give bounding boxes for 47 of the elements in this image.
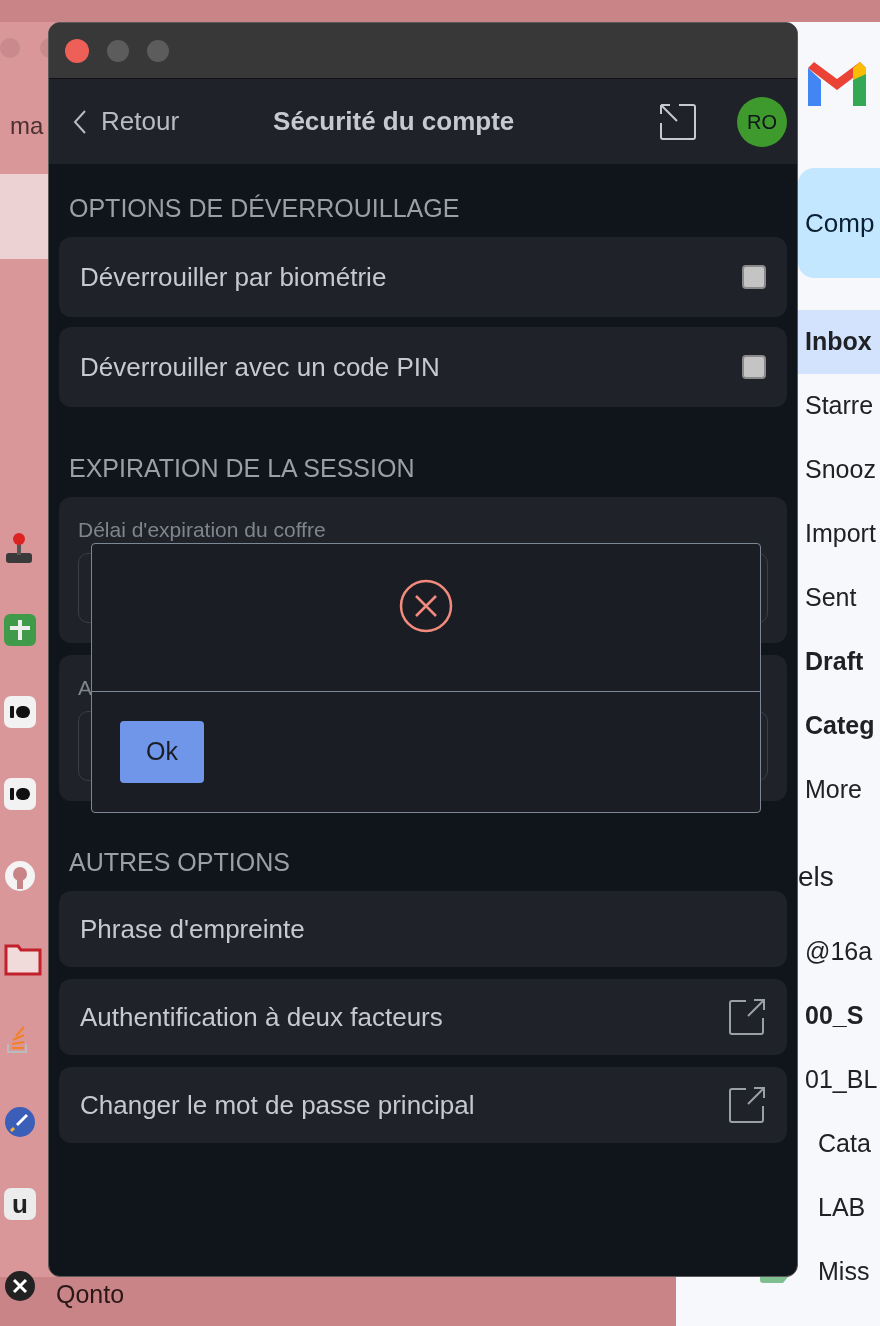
folder-item[interactable]: More [798, 758, 880, 822]
section-heading: els [798, 860, 834, 894]
app-label[interactable]: Qonto [56, 1281, 125, 1307]
spreadsheet-icon[interactable] [4, 614, 36, 646]
field-label: A [78, 675, 92, 701]
section-heading: OPTIONS DE DÉVERROUILLAGE [69, 194, 460, 222]
label-item[interactable]: Miss [818, 1253, 870, 1291]
compose-button[interactable]: Comp [798, 168, 880, 278]
label-item[interactable]: 00_S [798, 984, 880, 1048]
folder-item[interactable]: Draft [798, 630, 880, 694]
folder-item[interactable]: Categ [798, 694, 880, 758]
label-item[interactable]: 01_BL [798, 1048, 880, 1112]
app-icon[interactable] [4, 1270, 36, 1302]
folder-item[interactable]: Sent [798, 566, 880, 630]
back-button[interactable]: Retour [73, 102, 180, 141]
folder-item[interactable]: Snooz [798, 438, 880, 502]
option-row[interactable]: Authentification à deux facteurs [59, 979, 787, 1055]
section-heading: EXPIRATION DE LA SESSION [69, 454, 415, 482]
app-icon[interactable] [4, 696, 36, 728]
app-icon[interactable]: u [4, 1188, 36, 1220]
option-row[interactable]: Déverrouiller par biométrie [59, 237, 787, 317]
expand-icon[interactable] [659, 102, 697, 141]
folder-item[interactable]: Import [798, 502, 880, 566]
avatar[interactable]: RO [737, 96, 787, 147]
checkbox[interactable] [742, 265, 766, 289]
external-link-icon [728, 1086, 766, 1124]
tab-text: ma [10, 112, 44, 139]
page-title: Sécurité du compte [273, 105, 515, 138]
checkbox[interactable] [742, 355, 766, 379]
external-link-icon [728, 998, 766, 1036]
option-row[interactable]: Phrase d'empreinte [59, 891, 787, 967]
label-item[interactable]: @16a [798, 920, 880, 984]
folder-item[interactable]: Starre [798, 374, 880, 438]
mail-logo-icon [808, 62, 866, 106]
folder-item[interactable]: Inbox [798, 310, 880, 374]
joystick-icon[interactable] [4, 531, 34, 565]
app-icon[interactable] [4, 778, 36, 810]
ok-button[interactable]: Ok [120, 721, 204, 783]
field-label: Délai d'expiration du coffre [78, 517, 326, 543]
section-heading: AUTRES OPTIONS [69, 848, 290, 876]
chevron-left-icon [73, 108, 87, 135]
label-item[interactable]: LAB [818, 1189, 866, 1227]
option-row[interactable]: Changer le mot de passe principal [59, 1067, 787, 1143]
option-row[interactable]: Déverrouiller avec un code PIN [59, 327, 787, 407]
label-item[interactable]: Cata [818, 1125, 871, 1163]
error-icon [399, 579, 453, 633]
close-icon[interactable] [65, 38, 89, 63]
